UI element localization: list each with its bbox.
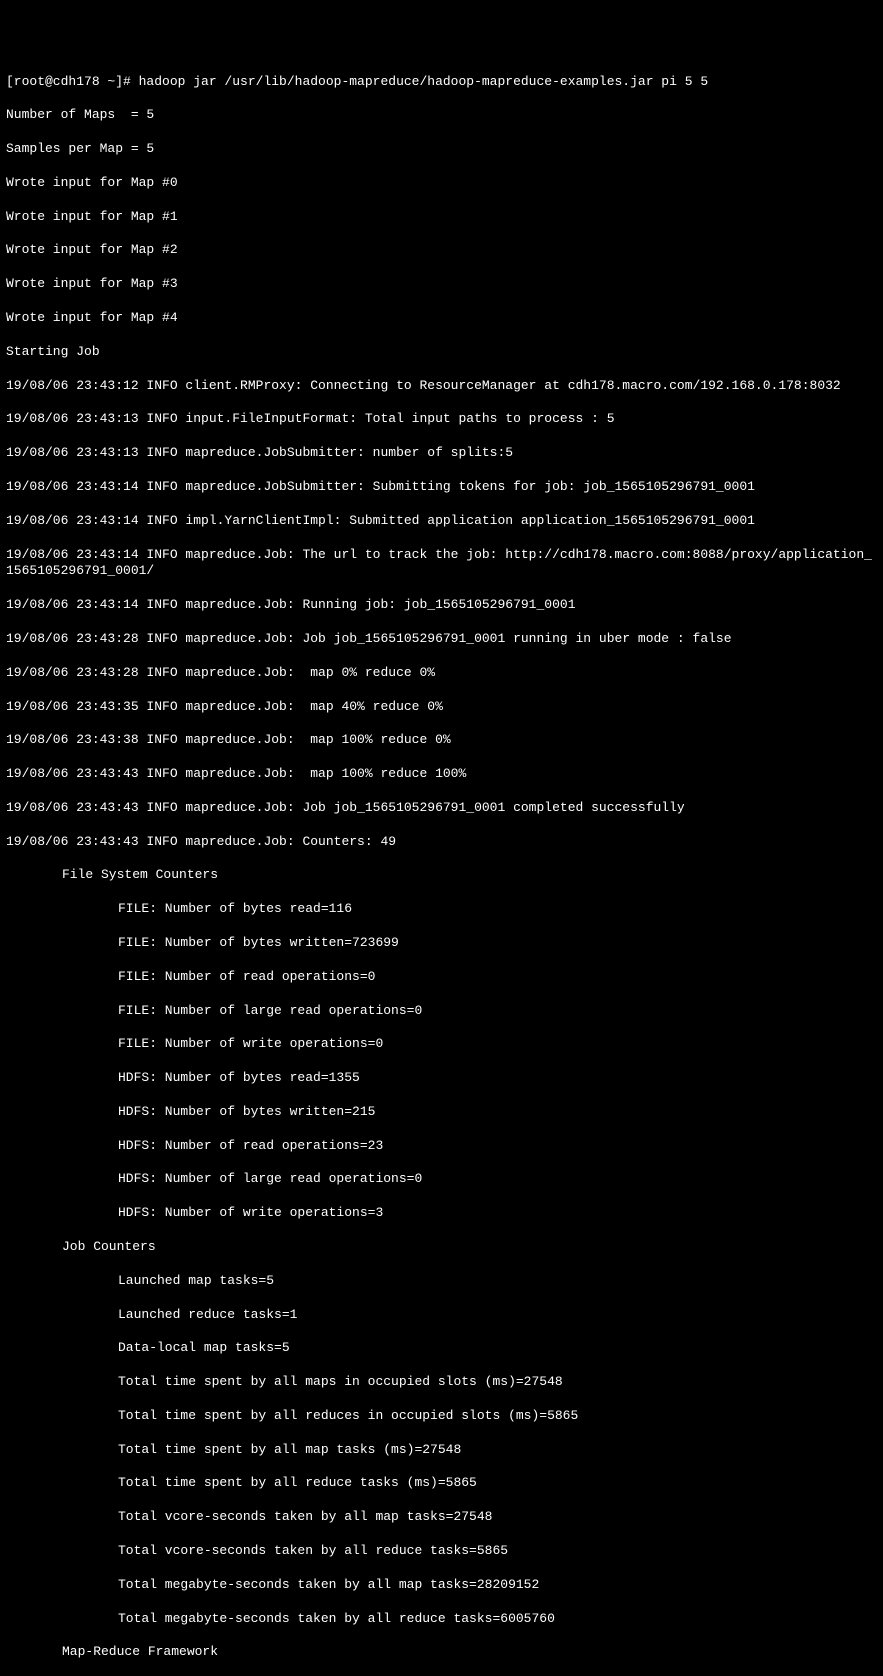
log-line: 19/08/06 23:43:14 INFO mapreduce.Job: Th… [6, 547, 877, 581]
counter-line: FILE: Number of read operations=0 [6, 969, 877, 986]
output-line: Samples per Map = 5 [6, 141, 877, 158]
counter-line: FILE: Number of large read operations=0 [6, 1003, 877, 1020]
counter-line: Total time spent by all maps in occupied… [6, 1374, 877, 1391]
output-line: Wrote input for Map #1 [6, 209, 877, 226]
log-line: 19/08/06 23:43:13 INFO input.FileInputFo… [6, 411, 877, 428]
counter-line: FILE: Number of write operations=0 [6, 1036, 877, 1053]
log-line: 19/08/06 23:43:43 INFO mapreduce.Job: Co… [6, 834, 877, 851]
output-line: Wrote input for Map #3 [6, 276, 877, 293]
counter-line: Total vcore-seconds taken by all reduce … [6, 1543, 877, 1560]
counter-line: Launched map tasks=5 [6, 1273, 877, 1290]
counter-line: Total time spent by all reduce tasks (ms… [6, 1475, 877, 1492]
log-line: 19/08/06 23:43:14 INFO mapreduce.JobSubm… [6, 479, 877, 496]
counter-line: Total time spent by all map tasks (ms)=2… [6, 1442, 877, 1459]
output-line: Starting Job [6, 344, 877, 361]
log-line: 19/08/06 23:43:14 INFO mapreduce.Job: Ru… [6, 597, 877, 614]
counter-line: FILE: Number of bytes written=723699 [6, 935, 877, 952]
output-line: Wrote input for Map #4 [6, 310, 877, 327]
counter-line: Launched reduce tasks=1 [6, 1307, 877, 1324]
output-line: Wrote input for Map #2 [6, 242, 877, 259]
output-line: Wrote input for Map #0 [6, 175, 877, 192]
counter-group-title: Job Counters [6, 1239, 877, 1256]
terminal-prompt[interactable]: [root@cdh178 ~]# hadoop jar /usr/lib/had… [6, 74, 877, 91]
log-line: 19/08/06 23:43:28 INFO mapreduce.Job: ma… [6, 665, 877, 682]
log-line: 19/08/06 23:43:28 INFO mapreduce.Job: Jo… [6, 631, 877, 648]
output-line: Number of Maps = 5 [6, 107, 877, 124]
log-line: 19/08/06 23:43:43 INFO mapreduce.Job: ma… [6, 766, 877, 783]
log-line: 19/08/06 23:43:14 INFO impl.YarnClientIm… [6, 513, 877, 530]
counter-group-title: Map-Reduce Framework [6, 1644, 877, 1661]
log-line: 19/08/06 23:43:12 INFO client.RMProxy: C… [6, 378, 877, 395]
counter-line: HDFS: Number of bytes written=215 [6, 1104, 877, 1121]
counter-line: HDFS: Number of bytes read=1355 [6, 1070, 877, 1087]
log-line: 19/08/06 23:43:38 INFO mapreduce.Job: ma… [6, 732, 877, 749]
counter-line: Total vcore-seconds taken by all map tas… [6, 1509, 877, 1526]
counter-line: HDFS: Number of write operations=3 [6, 1205, 877, 1222]
log-line: 19/08/06 23:43:35 INFO mapreduce.Job: ma… [6, 699, 877, 716]
counter-line: HDFS: Number of large read operations=0 [6, 1171, 877, 1188]
counter-line: FILE: Number of bytes read=116 [6, 901, 877, 918]
counter-line: Total time spent by all reduces in occup… [6, 1408, 877, 1425]
counter-line: Total megabyte-seconds taken by all redu… [6, 1611, 877, 1628]
counter-line: Total megabyte-seconds taken by all map … [6, 1577, 877, 1594]
counter-line: HDFS: Number of read operations=23 [6, 1138, 877, 1155]
log-line: 19/08/06 23:43:43 INFO mapreduce.Job: Jo… [6, 800, 877, 817]
log-line: 19/08/06 23:43:13 INFO mapreduce.JobSubm… [6, 445, 877, 462]
counter-group-title: File System Counters [6, 867, 877, 884]
counter-line: Data-local map tasks=5 [6, 1340, 877, 1357]
